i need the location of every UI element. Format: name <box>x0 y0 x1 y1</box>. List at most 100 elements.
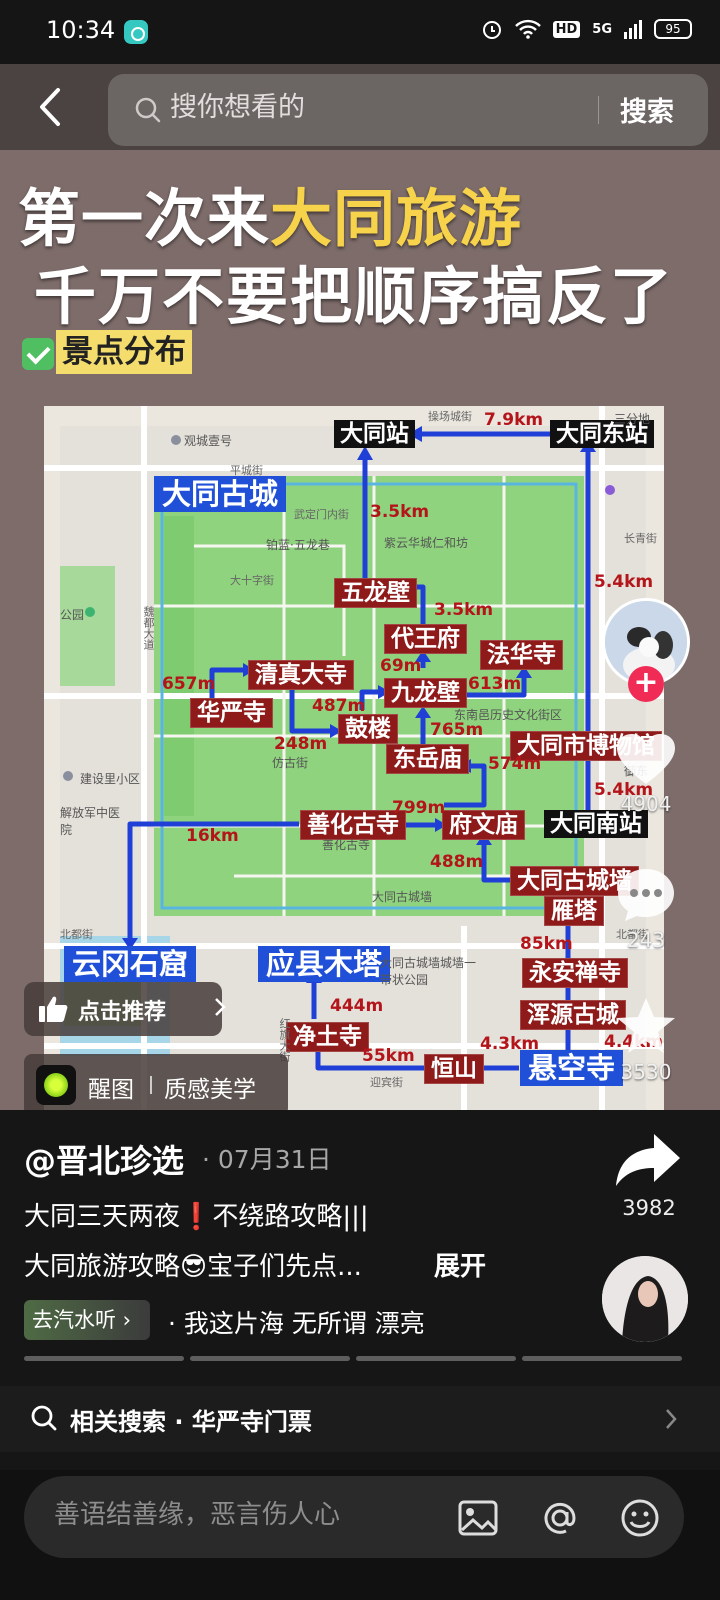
wifi-icon <box>514 19 541 39</box>
headline-line2: 千万不要把顺序搞反了 <box>34 260 675 333</box>
music-app-button[interactable]: 去汽水听 › <box>24 1300 150 1340</box>
map-poi: 大同古城墙 <box>372 890 433 904</box>
comment-bar <box>0 1470 720 1600</box>
search-input[interactable] <box>170 92 570 123</box>
image-icon[interactable] <box>456 1496 500 1540</box>
xingtu-app-icon <box>36 1065 76 1105</box>
attraction-label: 恒山 <box>424 1054 484 1084</box>
recommend-label: 点击推荐 <box>78 1000 167 1025</box>
headline-line1: 第一次来大同旅游 <box>18 168 522 258</box>
recommend-button[interactable]: 点击推荐 <box>24 982 226 1036</box>
attraction-label: 大同古城 <box>154 476 287 512</box>
share-count: 3982 <box>622 1196 676 1220</box>
distance-label: 3.5km <box>434 600 494 620</box>
comment-bubble-icon <box>618 869 674 921</box>
post-description-line2: 大同旅游攻略😎宝子们先点... <box>24 1252 362 1282</box>
expand-button[interactable]: 展开 <box>434 1246 486 1283</box>
progress-segment <box>24 1356 184 1361</box>
comment-field[interactable] <box>24 1476 684 1558</box>
distance-label: 248m <box>274 734 328 754</box>
status-time: 10:34 <box>46 16 116 44</box>
author-name[interactable]: @晋北珍选 <box>24 1136 184 1182</box>
filter-divider <box>150 1076 152 1094</box>
road-name: 长青街 <box>624 532 657 545</box>
battery-icon: 95 <box>654 19 692 39</box>
back-arrow-icon[interactable] <box>30 84 70 130</box>
music-title[interactable]: · 我这片海 无所谓 漂亮 <box>168 1304 438 1340</box>
music-chip-label: 去汽水听 <box>32 1308 116 1332</box>
map-poi: 紫云华城仁和坊 <box>384 536 469 550</box>
attraction-label: 九龙壁 <box>384 678 467 708</box>
distance-label: 85km <box>520 934 573 954</box>
attraction-label: 净土寺 <box>286 1022 369 1052</box>
comment-button[interactable]: 243 <box>606 866 686 952</box>
distance-label: 488m <box>430 852 484 872</box>
road-name: 大十字街 <box>230 574 274 587</box>
share-icon[interactable] <box>614 1130 682 1188</box>
heart-icon <box>617 734 675 784</box>
distance-label: 5.4km <box>594 572 654 592</box>
mention-at-icon[interactable] <box>538 1496 582 1540</box>
filter-app-name: 醒图 <box>88 1077 134 1103</box>
map-poi: 建设里小区 <box>80 772 141 786</box>
distance-label: 444m <box>330 996 384 1016</box>
map-poi: 铂蓝·五龙巷 <box>266 538 330 552</box>
road-name: 迎宾街 <box>370 1076 403 1089</box>
search-button[interactable]: 搜索 <box>620 90 674 129</box>
attraction-label: 雁塔 <box>544 896 604 926</box>
related-search-bar[interactable]: 相关搜索 · 华严寺门票 <box>0 1386 720 1452</box>
filter-chip[interactable]: 醒图 质感美学 <box>24 1054 288 1116</box>
app-notification-icon <box>124 20 148 44</box>
progress-segment <box>522 1356 682 1361</box>
attraction-label: 应县木塔 <box>258 946 391 982</box>
map-poi: 大同古城墙城墙一带状公园 <box>380 956 477 987</box>
search-header: 搜索 <box>0 64 720 150</box>
like-count: 4904 <box>620 792 672 816</box>
attraction-label: 大同站 <box>334 420 415 448</box>
map-poi: 三分地 <box>614 412 651 426</box>
alarm-icon <box>482 21 501 39</box>
hd-indicator: HD <box>552 20 581 38</box>
distance-label: 16km <box>186 826 239 846</box>
signal-label: 5G <box>592 21 612 37</box>
chevron-right-icon <box>215 998 226 1016</box>
search-icon <box>31 1405 57 1431</box>
music-cover-image <box>602 1256 688 1342</box>
favorite-button[interactable]: 3530 <box>606 996 686 1084</box>
attraction-label: 法华寺 <box>480 640 563 670</box>
section-label: 景点分布 <box>56 330 192 374</box>
comment-input[interactable] <box>54 1500 434 1530</box>
map-poi: 仿古街 <box>272 756 309 770</box>
attraction-label: 清真大寺 <box>248 660 354 690</box>
search-icon <box>135 97 161 123</box>
attraction-label: 五龙壁 <box>334 578 417 608</box>
like-button[interactable]: 4904 <box>606 732 686 816</box>
check-mark-icon <box>22 338 54 370</box>
attraction-label: 云冈石窟 <box>64 946 197 982</box>
post-date: · 07月31日 <box>202 1145 332 1174</box>
music-disc[interactable] <box>602 1256 688 1342</box>
thumbs-up-icon <box>39 996 68 1022</box>
road-name: 魏都大道 <box>142 606 155 650</box>
headline-highlight: 大同旅游 <box>270 182 523 255</box>
map-poi: 东南邑历史文化街区 <box>454 708 563 722</box>
search-bar[interactable]: 搜索 <box>108 74 708 146</box>
road-name: 武定门内街 <box>294 508 349 521</box>
related-search-label: 相关搜索 · 华严寺门票 <box>70 1408 312 1436</box>
distance-label: 799m <box>392 798 446 818</box>
map-poi: 观城壹号 <box>184 434 233 448</box>
road-name: 平城街 <box>230 464 263 477</box>
emoji-icon[interactable] <box>618 1496 662 1540</box>
follow-button[interactable]: + <box>628 666 664 702</box>
filter-name: 质感美学 <box>164 1077 256 1103</box>
search-divider <box>598 96 599 124</box>
headline-white: 第一次来 <box>18 182 271 255</box>
distance-label: 765m <box>430 720 484 740</box>
progress-segment <box>190 1356 350 1361</box>
attraction-label: 东岳庙 <box>386 744 469 774</box>
road-name: 操场城街 <box>428 410 472 423</box>
attraction-label: 鼓楼 <box>338 714 398 744</box>
distance-label: 613m <box>468 674 522 694</box>
progress-segment <box>356 1356 516 1361</box>
distance-label: 55km <box>362 1046 415 1066</box>
